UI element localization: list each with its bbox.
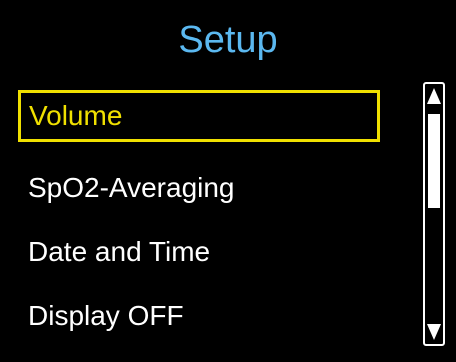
- menu-item-display-off[interactable]: Display OFF: [18, 292, 380, 344]
- scrollbar[interactable]: [423, 82, 445, 346]
- screen-title: Setup: [178, 19, 278, 61]
- scrollbar-thumb[interactable]: [428, 114, 440, 208]
- menu-item-date-and-time[interactable]: Date and Time: [18, 228, 380, 280]
- triangle-up-icon[interactable]: [426, 86, 442, 106]
- triangle-down-icon[interactable]: [426, 322, 442, 342]
- menu-item-volume[interactable]: Volume: [18, 90, 380, 142]
- menu-item-spo2-averaging[interactable]: SpO2-Averaging: [18, 164, 380, 216]
